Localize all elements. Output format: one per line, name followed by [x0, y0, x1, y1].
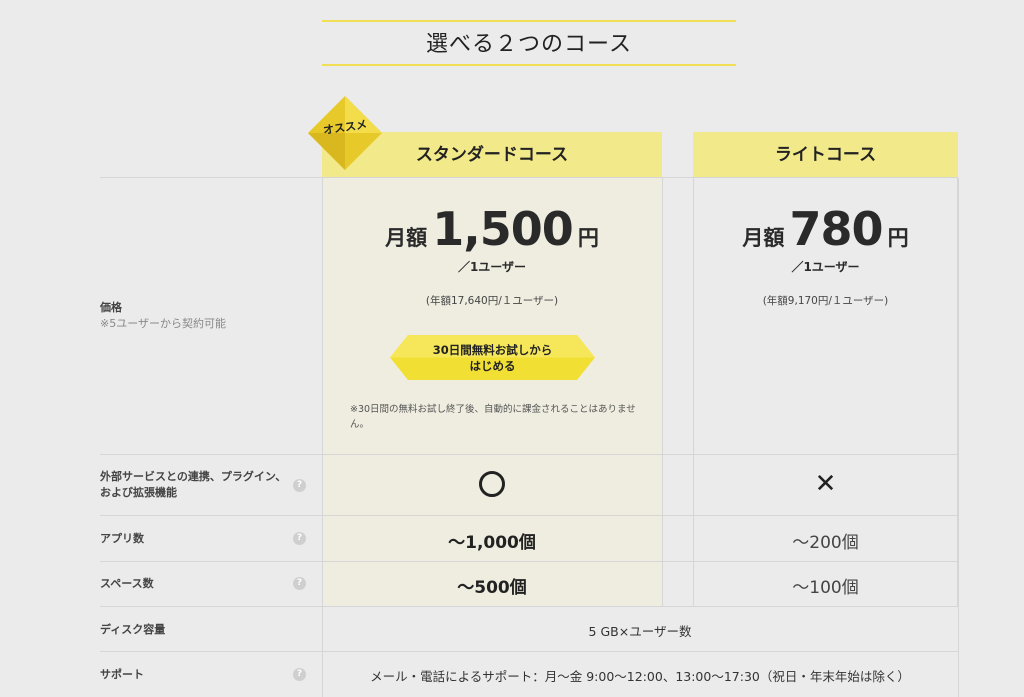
lite-price-amount: 780 [789, 202, 883, 256]
external-row-label: 外部サービスとの連携、プラグイン、 および拡張機能 [100, 469, 286, 501]
standard-price-block: 月額 1,500 円 ／1ユーザー (年額17,640円/１ユーザー) [322, 202, 662, 308]
standard-external-value [322, 471, 662, 501]
support-row-label: サポート [100, 668, 144, 681]
help-icon[interactable]: ? [293, 532, 306, 545]
row-divider [100, 606, 958, 607]
lite-spaces-value: 〜100個 [792, 578, 859, 598]
lite-per-user: ／1ユーザー [791, 260, 860, 274]
lite-external-value: ✕ [693, 471, 958, 497]
row-divider [100, 561, 958, 562]
help-icon[interactable]: ? [293, 479, 306, 492]
section-title: 選べる２つのコース [426, 32, 632, 57]
standard-spaces-value: 〜500個 [457, 578, 527, 598]
lite-price-prefix: 月額 [742, 226, 785, 250]
lite-price-block: 月額 780 円 ／1ユーザー (年額9,170円/１ユーザー) [693, 202, 958, 308]
cross-icon: ✕ [814, 469, 837, 499]
row-divider [100, 454, 958, 455]
column-divider [958, 178, 959, 697]
disk-row-label: ディスク容量 [100, 623, 166, 636]
help-icon[interactable]: ? [293, 577, 306, 590]
column-divider [662, 178, 663, 606]
recommended-badge: オススメ [308, 96, 382, 170]
price-sublabel: ※5ユーザーから契約可能 [100, 317, 226, 330]
disk-value: 5 GB×ユーザー数 [588, 624, 692, 639]
row-divider [100, 177, 958, 178]
trial-note: ※30日間の無料お試し終了後、自動的に課金されることはありません。 [350, 404, 636, 430]
free-trial-label: 30日間無料お試しから はじめる [390, 342, 595, 374]
row-divider [100, 515, 958, 516]
row-divider [100, 651, 958, 652]
standard-annual-price: (年額17,640円/１ユーザー) [425, 295, 559, 307]
circle-icon [479, 471, 505, 497]
free-trial-label-line2: はじめる [469, 359, 516, 373]
standard-apps-value: 〜1,000個 [448, 533, 536, 553]
price-label: 価格 [100, 301, 122, 314]
help-icon[interactable]: ? [293, 668, 306, 681]
external-label-line1: 外部サービスとの連携、プラグイン、 [100, 470, 287, 483]
standard-price-prefix: 月額 [385, 226, 428, 250]
support-value: メール・電話によるサポート：月〜金 9:00〜12:00、13:00〜17:30… [370, 669, 910, 684]
lite-plan-header: ライトコース [693, 132, 958, 178]
free-trial-label-line1: 30日間無料お試しから [432, 343, 553, 357]
standard-price-amount: 1,500 [432, 202, 574, 256]
lite-apps-value: 〜200個 [792, 533, 859, 553]
free-trial-button[interactable]: 30日間無料お試しから はじめる [390, 335, 595, 380]
standard-price-currency: 円 [577, 226, 599, 250]
lite-price-currency: 円 [887, 226, 909, 250]
external-label-line2: および拡張機能 [100, 486, 177, 499]
section-title-box: 選べる２つのコース [322, 20, 736, 66]
price-row-label: 価格 ※5ユーザーから契約可能 [100, 300, 226, 332]
apps-row-label: アプリ数 [100, 532, 144, 545]
lite-annual-price: (年額9,170円/１ユーザー) [762, 295, 889, 307]
standard-per-user: ／1ユーザー [457, 260, 527, 274]
spaces-row-label: スペース数 [100, 577, 154, 590]
